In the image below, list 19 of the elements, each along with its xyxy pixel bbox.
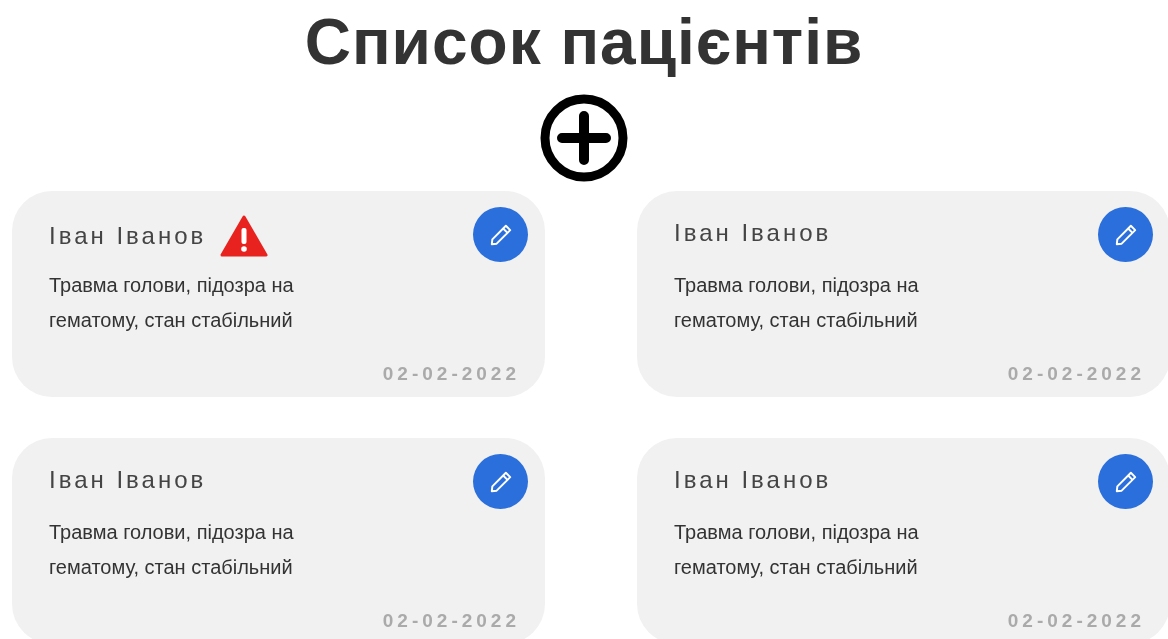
edit-button[interactable] bbox=[1098, 207, 1153, 262]
date-text: 02-02-2022 bbox=[382, 361, 520, 386]
diagnosis-text: Травма голови, підозра на гематому, стан стабільний bbox=[49, 273, 295, 333]
edit-button[interactable] bbox=[1098, 454, 1153, 509]
patient-name: Іван Іванов bbox=[49, 221, 207, 251]
patient-name: Іван Іванов bbox=[49, 465, 207, 495]
patient-name: Іван Іванов bbox=[674, 218, 832, 248]
add-button[interactable] bbox=[540, 94, 628, 182]
diagnosis-text: Травма голови, підозра на гематому, стан стабільний bbox=[674, 520, 920, 580]
edit-button[interactable] bbox=[473, 454, 528, 509]
patient-name: Іван Іванов bbox=[674, 465, 832, 495]
diagnosis-text: Травма голови, підозра на гематому, стан стабільний bbox=[674, 273, 920, 333]
date-text: 02-02-2022 bbox=[1007, 361, 1145, 386]
page-title: Список пацієнтів bbox=[304, 5, 864, 80]
plus-circle-icon bbox=[540, 94, 628, 182]
date-text: 02-02-2022 bbox=[1007, 608, 1145, 633]
diagnosis-text: Травма голови, підозра на гематому, стан стабільний bbox=[49, 520, 295, 580]
edit-button[interactable] bbox=[473, 207, 528, 262]
date-text: 02-02-2022 bbox=[382, 608, 520, 633]
